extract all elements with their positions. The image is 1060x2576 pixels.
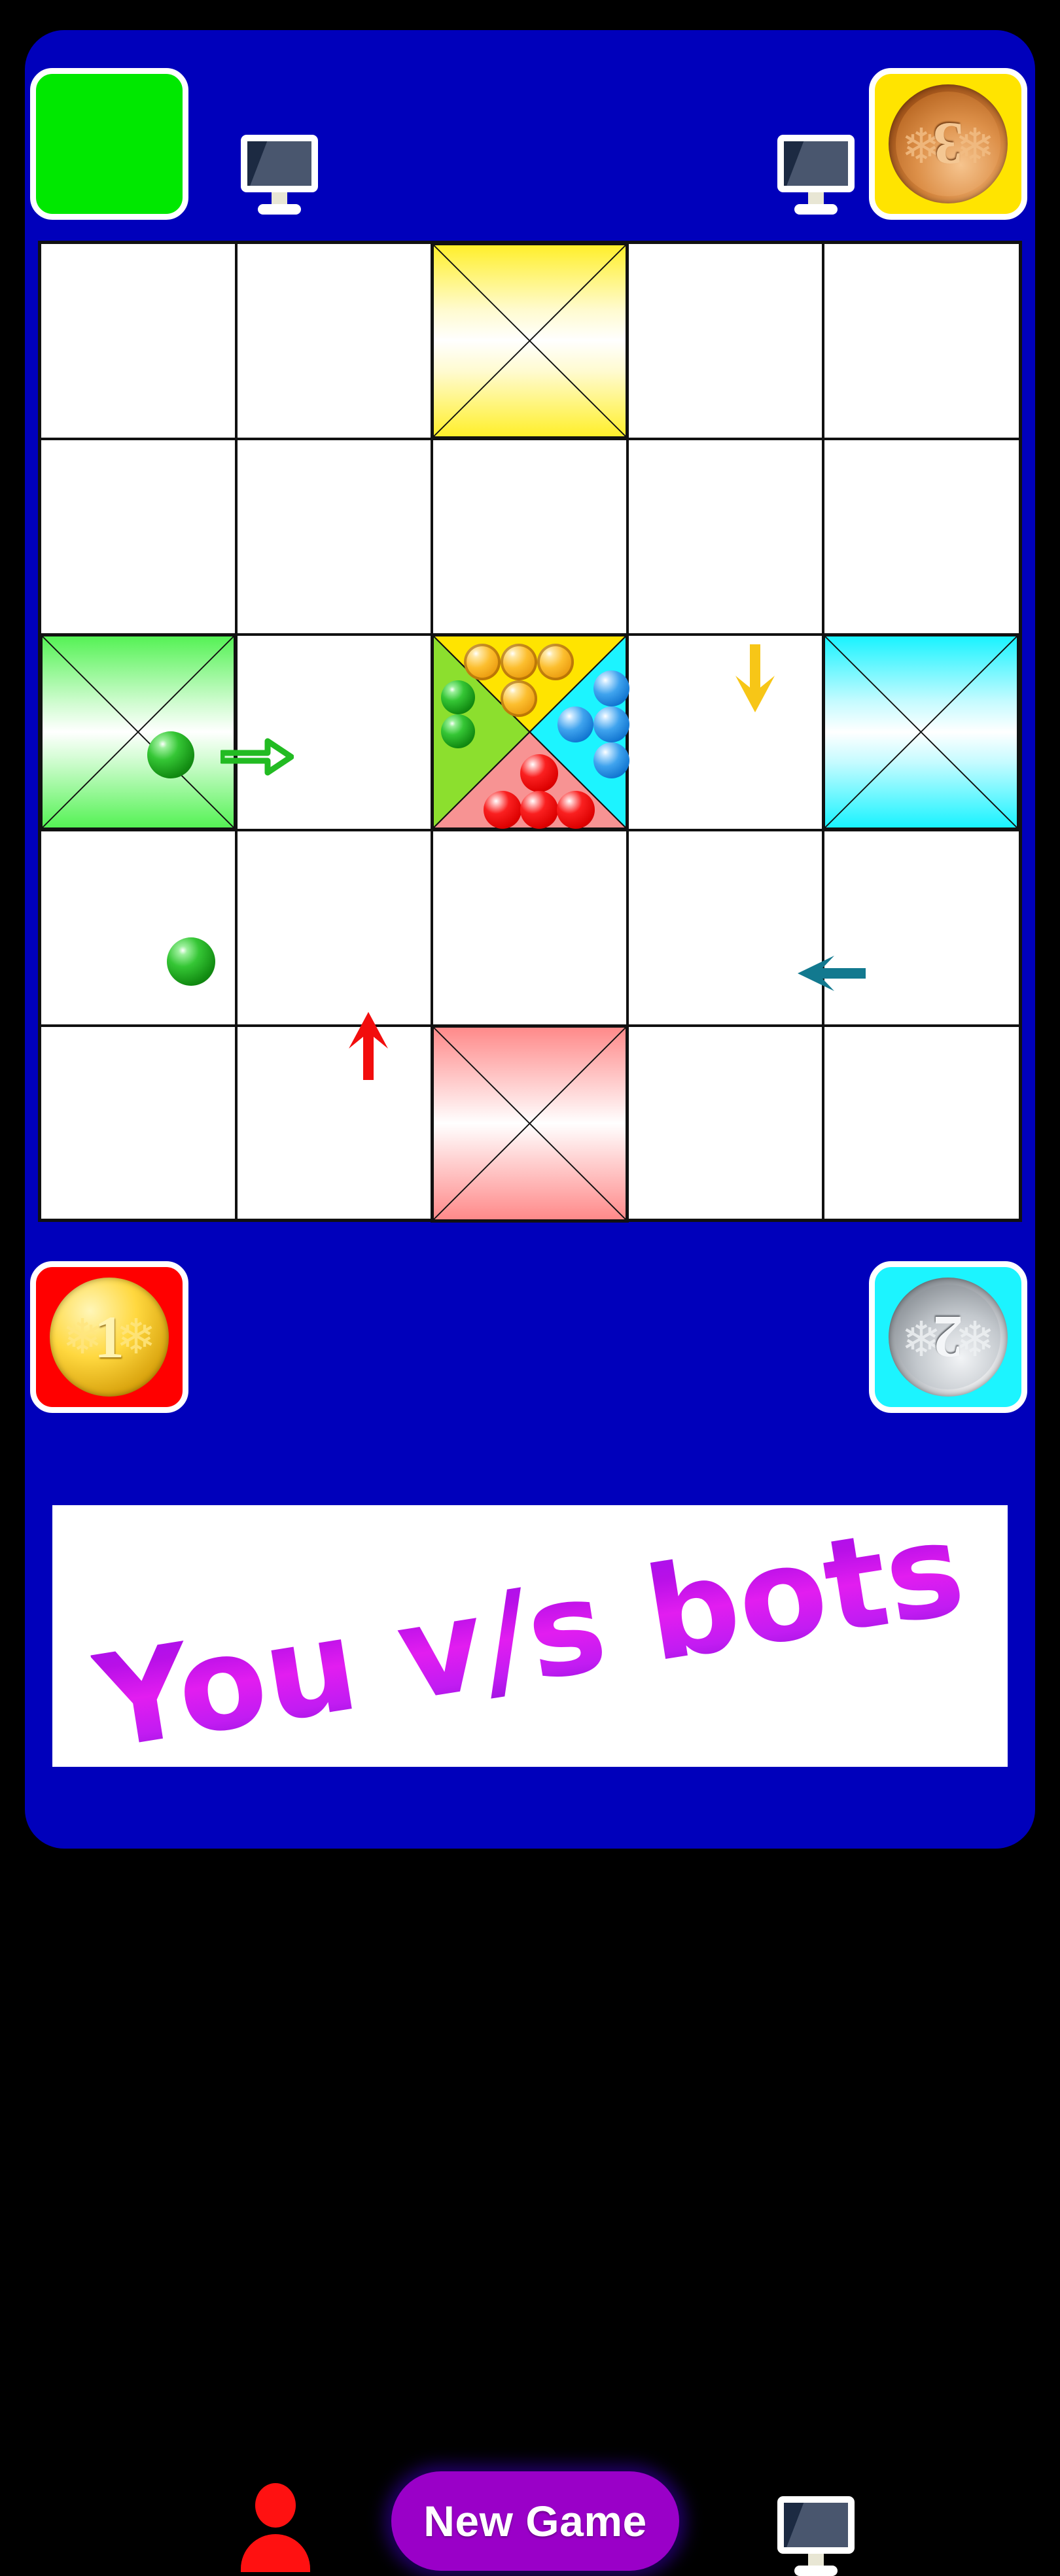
silver-medal-rank: 2 <box>933 1304 963 1370</box>
yellow-token[interactable] <box>501 680 537 717</box>
yellow-home-cell[interactable] <box>431 242 629 440</box>
gold-medal-badge[interactable]: ❄ 1 ❄ <box>30 1261 188 1413</box>
cyan-left-arrow <box>795 950 867 996</box>
yellow-down-arrow <box>732 644 779 715</box>
person-head <box>255 2483 296 2528</box>
home-cross-lines <box>434 245 626 436</box>
yellow-token[interactable] <box>464 644 501 680</box>
home-cross-lines <box>825 636 1017 827</box>
gold-medal-rank: 1 <box>94 1304 124 1370</box>
game-screen: ❄ 3 ❄ ❄ 1 ❄ New Game ❄ 2 ❄ You v/s bots <box>0 0 1060 2576</box>
home-cross-lines <box>434 1028 626 1219</box>
cyan-token[interactable] <box>593 706 629 742</box>
green-right-arrow <box>221 733 294 780</box>
red-home-cell[interactable] <box>431 1024 629 1223</box>
bot-monitor-icon <box>241 135 318 215</box>
gold-medal-icon: ❄ 1 ❄ <box>50 1278 169 1397</box>
new-game-button[interactable]: New Game <box>391 2471 679 2571</box>
bot-monitor-icon <box>777 135 855 215</box>
yellow-token[interactable] <box>501 644 537 680</box>
bot-monitor-icon <box>777 2496 855 2576</box>
bronze-medal-rank: 3 <box>933 111 963 177</box>
green-token[interactable] <box>147 731 194 778</box>
top-player-bar: ❄ 3 ❄ <box>25 30 1035 239</box>
red-token[interactable] <box>484 791 521 829</box>
player-person-icon <box>241 2483 310 2573</box>
red-token[interactable] <box>557 791 595 829</box>
silver-medal-badge[interactable]: ❄ 2 ❄ <box>869 1261 1027 1413</box>
home-cross-lines <box>43 636 234 827</box>
cyan-token[interactable] <box>557 706 593 742</box>
green-token[interactable] <box>441 680 475 714</box>
mode-banner-text: You v/s bots <box>86 1505 973 1767</box>
red-up-arrow <box>345 1009 392 1081</box>
red-token[interactable] <box>520 754 558 792</box>
green-home-cell[interactable] <box>39 633 237 831</box>
silver-medal-icon: ❄ 2 ❄ <box>889 1278 1008 1397</box>
bronze-medal-icon: ❄ 3 ❄ <box>889 84 1008 203</box>
phone-frame: ❄ 3 ❄ ❄ 1 ❄ New Game ❄ 2 ❄ You v/s bots <box>25 30 1035 2576</box>
mode-banner: You v/s bots <box>52 1505 1008 1767</box>
ludo-board[interactable] <box>38 241 1022 1223</box>
person-body <box>241 2534 310 2572</box>
yellow-token[interactable] <box>537 644 574 680</box>
cyan-token[interactable] <box>593 670 629 706</box>
green-token[interactable] <box>441 714 475 748</box>
cyan-token[interactable] <box>593 742 629 778</box>
new-game-button-label: New Game <box>423 2497 647 2545</box>
bronze-medal-badge[interactable]: ❄ 3 ❄ <box>869 68 1027 220</box>
center-home-cell[interactable] <box>431 633 629 831</box>
cyan-home-cell[interactable] <box>822 633 1020 831</box>
bottom-player-bar: ❄ 1 ❄ New Game ❄ 2 ❄ <box>25 1227 1035 2576</box>
green-token[interactable] <box>167 937 215 986</box>
red-token[interactable] <box>520 791 558 829</box>
green-player-badge[interactable] <box>30 68 188 220</box>
